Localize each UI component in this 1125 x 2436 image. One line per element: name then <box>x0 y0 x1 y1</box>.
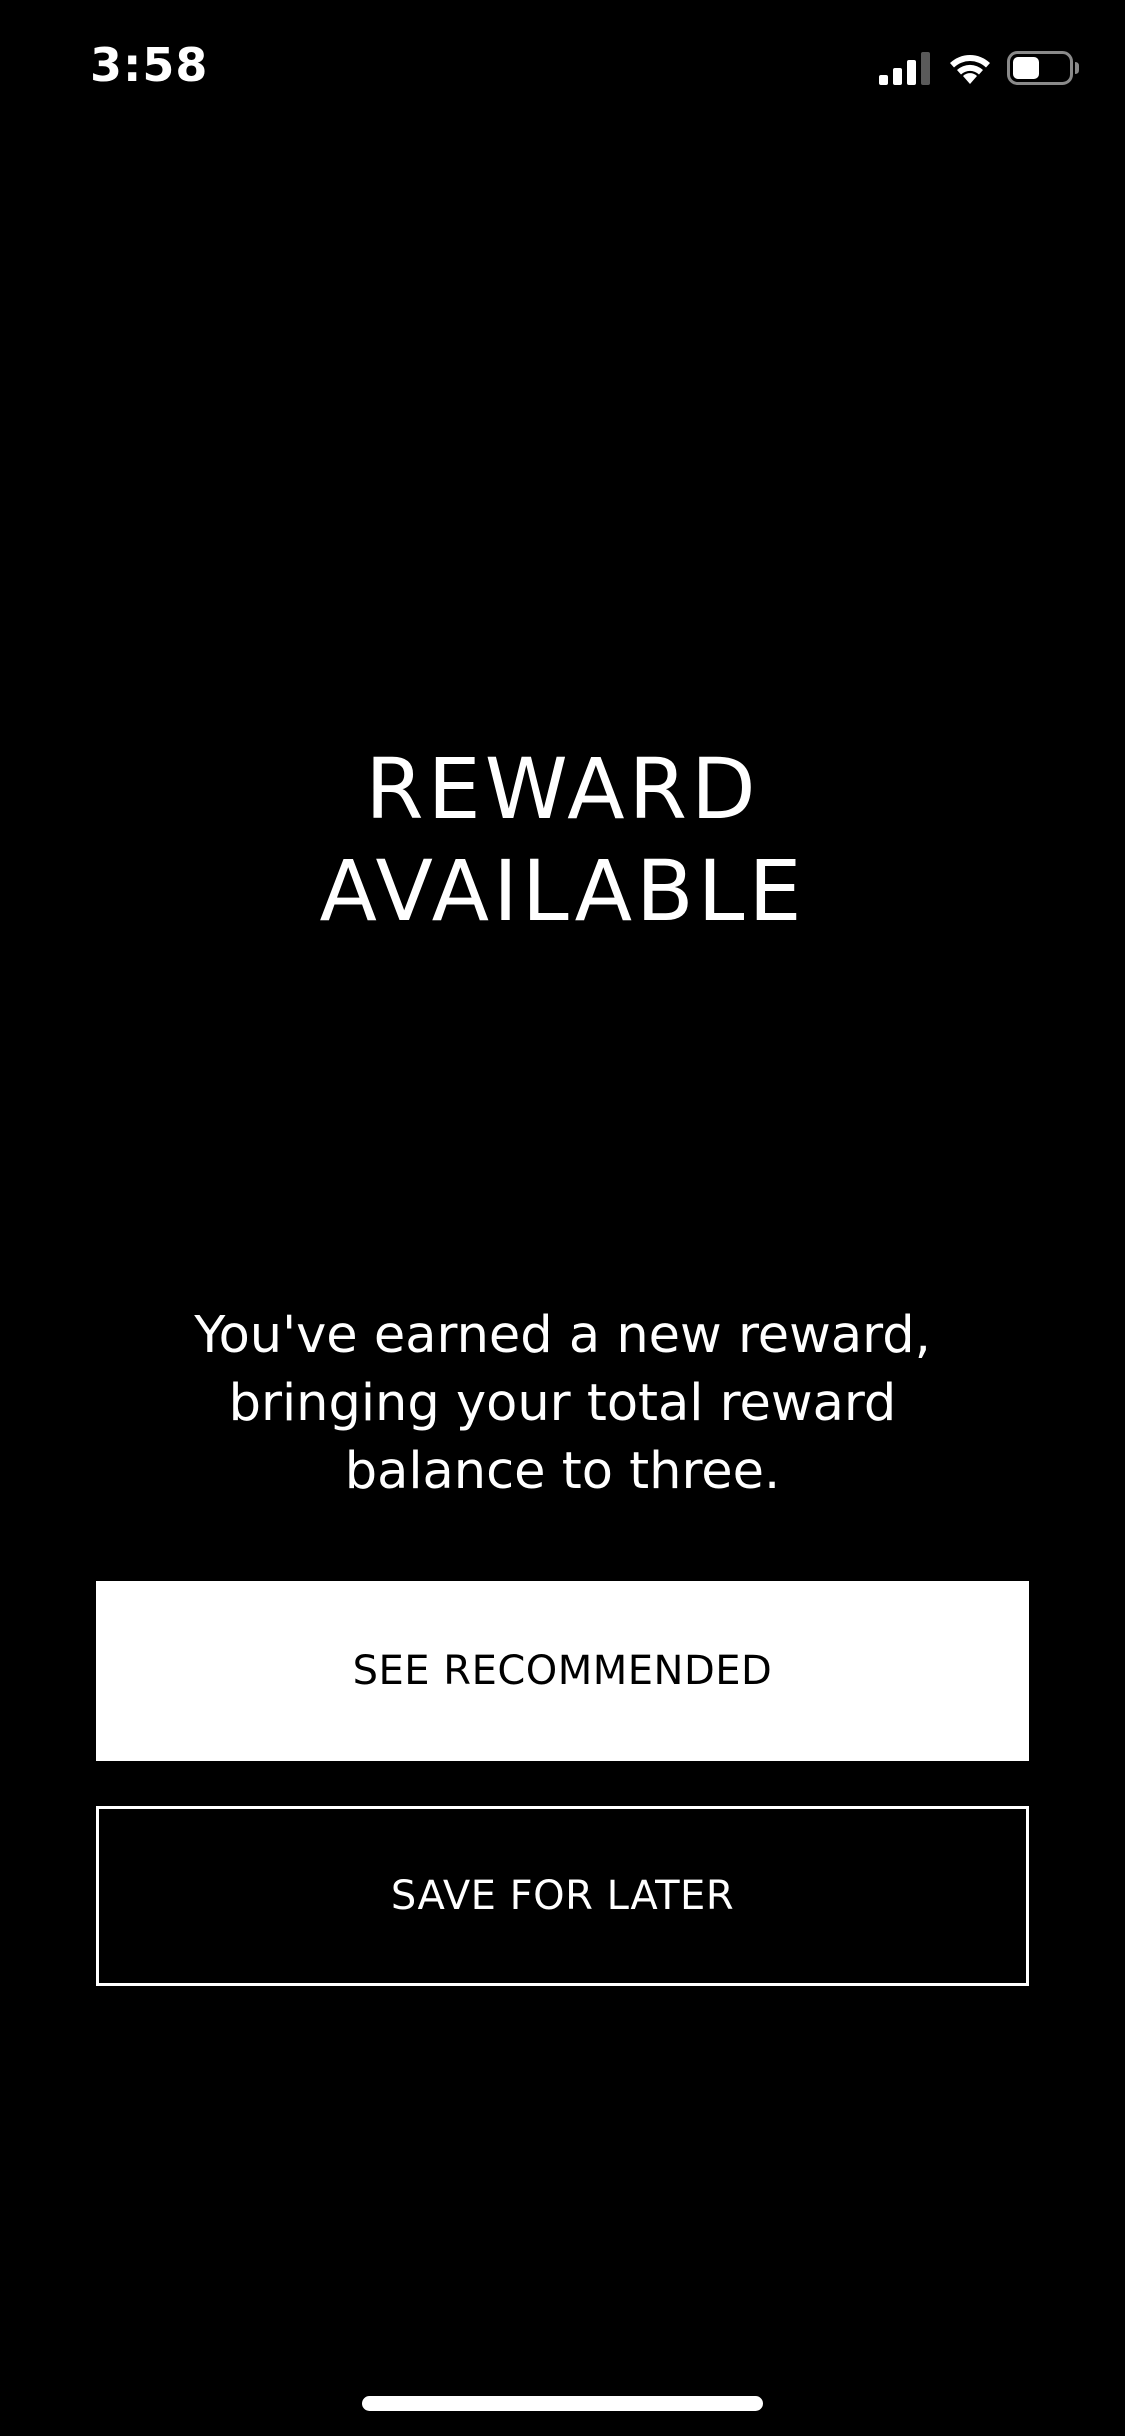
status-time: 3:58 <box>90 38 209 92</box>
wifi-icon <box>947 51 993 85</box>
reward-message-line-3: balance to three. <box>344 1442 781 1501</box>
reward-title: REWARD AVAILABLE <box>0 738 1125 942</box>
reward-title-line-2: AVAILABLE <box>319 842 806 940</box>
reward-message: You've earned a new reward, bringing you… <box>150 1302 975 1506</box>
see-recommended-label: SEE RECOMMENDED <box>352 1648 773 1694</box>
status-bar: 3:58 <box>0 0 1125 140</box>
see-recommended-button[interactable]: SEE RECOMMENDED <box>96 1581 1029 1761</box>
save-for-later-label: SAVE FOR LATER <box>390 1873 735 1919</box>
save-for-later-button[interactable]: SAVE FOR LATER <box>96 1806 1029 1986</box>
reward-message-line-2: bringing your total reward <box>228 1374 897 1433</box>
cellular-signal-icon <box>879 51 933 85</box>
home-indicator[interactable] <box>362 2396 763 2411</box>
reward-message-line-1: You've earned a new reward, <box>194 1306 931 1365</box>
battery-icon <box>1007 50 1081 86</box>
reward-title-line-1: REWARD <box>365 740 760 838</box>
status-icons <box>879 48 1081 88</box>
